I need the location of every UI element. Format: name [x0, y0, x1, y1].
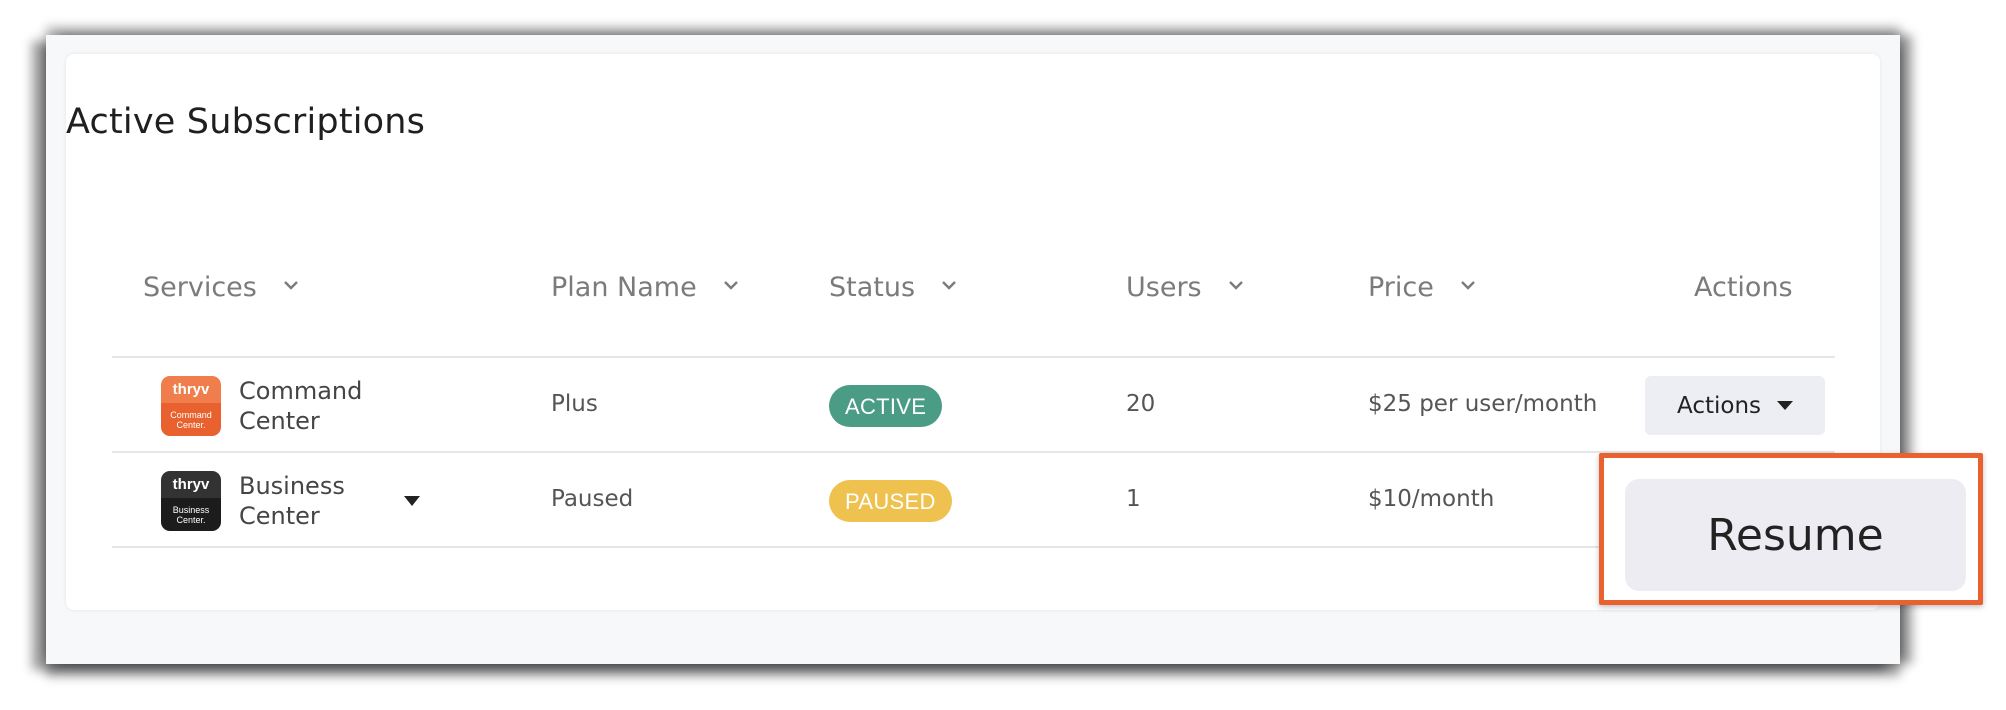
- column-header-services[interactable]: Services: [143, 268, 299, 308]
- chevron-down-icon: [1461, 281, 1475, 290]
- price: $25 per user/month: [1368, 391, 1598, 417]
- expand-row-caret-icon[interactable]: [404, 496, 420, 506]
- price: $10/month: [1368, 486, 1495, 512]
- row-divider: [112, 546, 1835, 548]
- column-header-label: Users: [1126, 272, 1202, 303]
- actions-dropdown-button[interactable]: Actions: [1645, 376, 1825, 435]
- chevron-down-icon: [723, 281, 738, 290]
- page-title: Active Subscriptions: [66, 102, 426, 142]
- column-header-price[interactable]: Price: [1368, 268, 1476, 308]
- users-count: 20: [1126, 391, 1156, 417]
- chevron-down-icon: [1228, 281, 1243, 290]
- service-name: Business Center: [239, 472, 345, 530]
- column-header-label: Services: [143, 272, 257, 303]
- column-header-label: Price: [1368, 272, 1434, 303]
- status-badge: ACTIVE: [829, 385, 943, 427]
- service-name: Command Center: [239, 377, 363, 435]
- resume-button[interactable]: Resume: [1625, 479, 1966, 591]
- column-header-status[interactable]: Status: [829, 268, 957, 308]
- column-header-plan-name[interactable]: Plan Name: [551, 268, 739, 308]
- actions-dropdown-menu-highlight: Resume: [1599, 453, 1983, 605]
- chevron-down-icon: [942, 281, 956, 290]
- caret-down-icon: [1777, 401, 1793, 410]
- column-header-label: Actions: [1694, 272, 1793, 303]
- column-header-label: Status: [829, 272, 916, 303]
- command-center-logo: thryv Command Center.: [161, 376, 221, 436]
- plan-name: Plus: [551, 391, 598, 417]
- column-header-users[interactable]: Users: [1126, 268, 1244, 308]
- business-center-logo: thryv Business Center.: [161, 471, 221, 531]
- column-header-label: Plan Name: [551, 272, 697, 303]
- row-divider: [112, 451, 1835, 453]
- header-divider: [112, 356, 1835, 358]
- column-header-actions: Actions: [1694, 268, 1793, 308]
- status-badge: PAUSED: [829, 480, 952, 522]
- users-count: 1: [1126, 486, 1141, 512]
- plan-name: Paused: [551, 486, 634, 512]
- chevron-down-icon: [284, 281, 298, 290]
